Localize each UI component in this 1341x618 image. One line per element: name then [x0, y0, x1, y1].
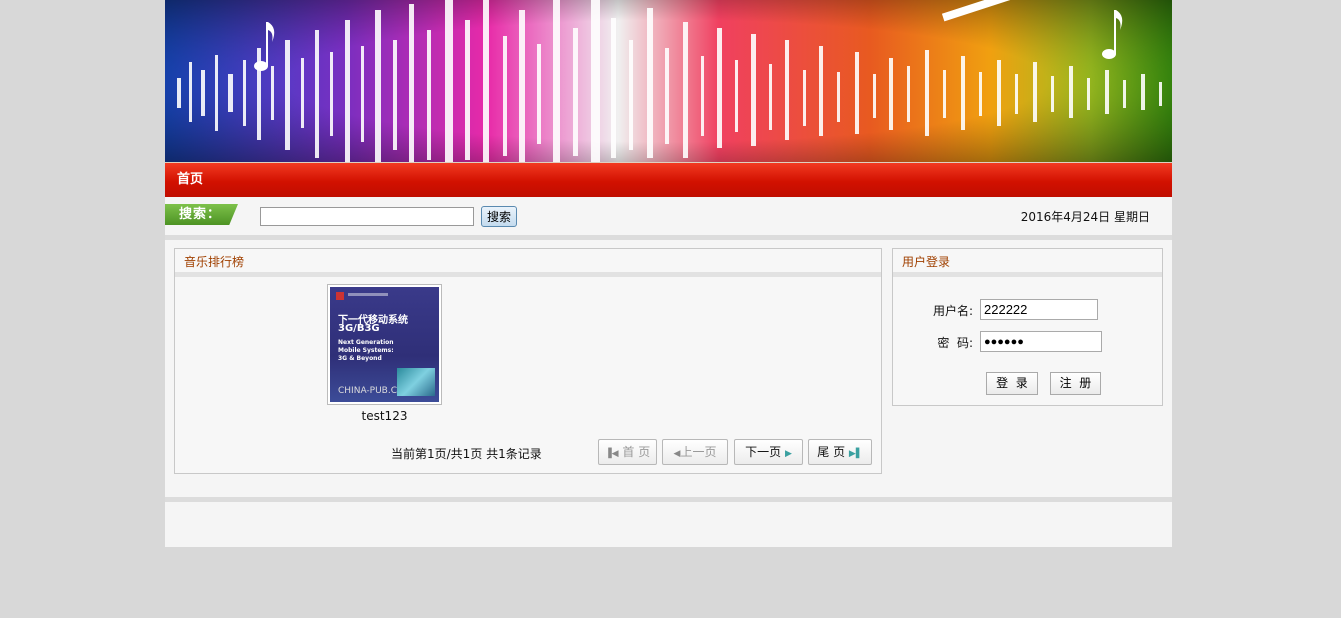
music-ranking-panel: 音乐排行榜 下一代移动系统 3G/B3G Next Generation Mob… [174, 248, 882, 474]
next-page-label: 下一页 [745, 445, 782, 459]
login-button[interactable]: 登 录 [986, 372, 1038, 395]
cover-image: 下一代移动系统 3G/B3G Next Generation Mobile Sy… [330, 287, 439, 402]
current-date: 2016年4月24日 星期日 [1020, 210, 1150, 224]
prev-page-label: 上一页 [680, 445, 717, 459]
last-page-button[interactable]: 尾 页 ▶▌ [808, 439, 872, 465]
album-cover[interactable]: 下一代移动系统 3G/B3G Next Generation Mobile Sy… [327, 284, 442, 405]
main-nav: 首页 [165, 162, 1172, 197]
prev-page-button[interactable]: ◀上一页 [662, 439, 728, 465]
footer [165, 502, 1172, 547]
cover-english-title: Next Generation Mobile Systems: 3G & Bey… [338, 339, 394, 362]
first-page-label: 首 页 [622, 445, 651, 459]
pagination-info: 当前第1页/共1页 共1条记录 [391, 447, 542, 461]
page: 首页 搜索： 搜索 2016年4月24日 星期日 音乐排行榜 下一代移动系统 3… [165, 0, 1172, 547]
password-label: 密 码: [937, 336, 973, 350]
first-page-icon: ▐◀ [604, 449, 619, 459]
login-panel: 用户登录 用户名: 密 码: 登 录 注 册 [892, 248, 1163, 406]
chevron-right-icon: ▶ [784, 449, 792, 459]
next-page-button[interactable]: 下一页 ▶ [734, 439, 803, 465]
search-button[interactable]: 搜索 [481, 206, 517, 227]
panel-title: 用户登录 [893, 249, 1162, 277]
cover-header-bar [348, 293, 388, 296]
last-page-icon: ▶▌ [848, 449, 863, 459]
nav-item-home[interactable]: 首页 [165, 163, 203, 197]
header-banner [165, 0, 1172, 162]
password-field[interactable] [980, 331, 1102, 352]
search-input[interactable] [260, 207, 474, 226]
publisher-logo-icon [336, 292, 344, 300]
cover-subtitle: 3G/B3G [338, 323, 380, 334]
album-title-link[interactable]: test123 [327, 409, 442, 423]
username-label: 用户名: [932, 304, 973, 318]
username-field[interactable] [980, 299, 1098, 320]
register-button[interactable]: 注 册 [1050, 372, 1101, 395]
last-page-label: 尾 页 [817, 445, 846, 459]
cover-graphic [397, 368, 435, 396]
search-bar: 搜索： 搜索 2016年4月24日 星期日 [165, 197, 1172, 240]
search-label: 搜索： [165, 204, 238, 225]
main-content: 音乐排行榜 下一代移动系统 3G/B3G Next Generation Mob… [165, 240, 1172, 497]
first-page-button[interactable]: ▐◀ 首 页 [598, 439, 657, 465]
panel-title: 音乐排行榜 [175, 249, 881, 277]
banner-image [165, 0, 1172, 162]
